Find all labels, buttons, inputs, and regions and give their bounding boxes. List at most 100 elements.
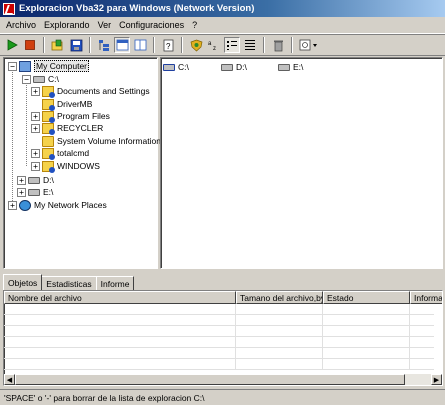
tree-label: Program Files <box>57 111 110 121</box>
tree-label: DriverMB <box>57 99 93 109</box>
column-header[interactable]: Estado <box>323 291 410 304</box>
report-icon[interactable]: ? <box>160 37 176 53</box>
collapse-toggle[interactable]: − <box>22 74 31 84</box>
scroll-thumb[interactable] <box>15 374 405 385</box>
drive-icon <box>28 176 40 184</box>
expand-toggle[interactable]: + <box>17 187 26 197</box>
tree-label: System Volume Information <box>57 136 161 146</box>
tree-item-folder[interactable]: + Documents and Settings <box>31 85 150 98</box>
column-header[interactable]: Informac <box>410 291 442 304</box>
tree-label: D:\ <box>43 175 54 185</box>
toolbar-separator <box>263 37 265 53</box>
app-icon <box>3 2 15 15</box>
expand-toggle[interactable]: + <box>31 123 40 133</box>
tree-item-drive-d[interactable]: + D:\ <box>17 174 54 186</box>
scroll-left-icon[interactable]: ◀ <box>4 374 15 385</box>
title-bar: Exploracion Vba32 para Windows (Network … <box>0 0 445 17</box>
tab-objetos[interactable]: Objetos <box>3 274 43 290</box>
scroll-right-icon[interactable]: ▶ <box>431 374 442 385</box>
details-icon[interactable] <box>242 37 258 53</box>
menu-explorando[interactable]: Explorando <box>40 20 94 30</box>
folder-icon <box>42 147 55 160</box>
table-row <box>4 348 434 359</box>
folder-icon <box>42 160 55 173</box>
expand-toggle[interactable]: + <box>8 200 17 210</box>
expand-toggle[interactable]: + <box>31 148 40 158</box>
tree-label: WINDOWS <box>57 161 100 171</box>
tree-item-folder[interactable]: + Program Files <box>31 110 110 123</box>
table-row <box>4 326 434 337</box>
results-table[interactable]: Nombre del archivo Tamano del archivo,by… <box>3 290 443 386</box>
status-bar: 'SPACE' o '-' para borrar de la lista de… <box>0 389 445 405</box>
tree-label: My Computer <box>34 60 90 72</box>
tree-item-folder[interactable]: + WINDOWS <box>31 160 100 173</box>
tab-informe[interactable]: Informe <box>95 276 135 290</box>
menu-help[interactable]: ? <box>188 20 201 30</box>
save-icon[interactable] <box>68 37 84 53</box>
menu-ver[interactable]: Ver <box>94 20 116 30</box>
expand-toggle[interactable]: + <box>31 111 40 121</box>
tree-guide <box>12 67 13 205</box>
play-icon[interactable] <box>4 37 20 53</box>
column-header[interactable]: Nombre del archivo <box>4 291 236 304</box>
table-row <box>4 359 434 370</box>
tree-item-folder[interactable]: DriverMB <box>42 98 93 111</box>
folder-tree[interactable]: − My Computer − C:\ + Documents and Sett… <box>3 57 161 269</box>
drive-label: C:\ <box>178 62 189 72</box>
drive-item-e[interactable]: E:\ <box>278 62 303 72</box>
drive-item-d[interactable]: D:\ <box>221 62 247 72</box>
folder-icon <box>42 135 54 147</box>
toolbar-separator <box>89 37 91 53</box>
tree-label: E:\ <box>43 187 54 197</box>
collapse-toggle[interactable]: − <box>8 61 17 71</box>
tree-label: C:\ <box>48 74 59 84</box>
drive-icon <box>221 63 233 71</box>
tree-label: Documents and Settings <box>57 86 150 96</box>
folder-icon <box>42 98 55 111</box>
tree-item-network[interactable]: + My Network Places <box>8 199 107 211</box>
table-row <box>4 304 434 315</box>
shield-icon[interactable] <box>188 37 204 53</box>
menu-bar: Archivo Explorando Ver Configuraciones ? <box>0 17 445 34</box>
tree-label: My Network Places <box>34 200 107 210</box>
column-header[interactable]: Tamano del archivo,bytes <box>236 291 323 304</box>
tree-label: RECYCLER <box>57 123 104 133</box>
list-view-icon[interactable] <box>114 37 130 53</box>
window-title: Exploracion Vba32 para Windows (Network … <box>19 3 255 14</box>
drive-list[interactable]: C:\ D:\ E:\ <box>160 57 443 269</box>
table-header: Nombre del archivo Tamano del archivo,by… <box>4 291 442 304</box>
drive-icon <box>28 188 40 196</box>
tree-item-my-computer[interactable]: − My Computer <box>8 60 90 72</box>
list-icon[interactable] <box>224 37 240 53</box>
horizontal-scrollbar[interactable]: ◀ ▶ <box>4 374 442 385</box>
table-row <box>4 337 434 348</box>
expand-toggle[interactable]: + <box>17 175 26 185</box>
tree-guide <box>26 80 27 166</box>
tree-item-drive-c[interactable]: − C:\ <box>22 73 59 85</box>
tab-estadisticas[interactable]: Estadisticas <box>41 276 97 290</box>
tree-view-icon[interactable] <box>96 37 112 53</box>
svg-text:z: z <box>213 46 216 51</box>
options-icon[interactable] <box>298 37 320 53</box>
detail-view-icon[interactable] <box>132 37 148 53</box>
toolbar-separator <box>153 37 155 53</box>
menu-archivo[interactable]: Archivo <box>2 20 40 30</box>
tree-item-folder[interactable]: + RECYCLER <box>31 122 104 135</box>
svg-text:?: ? <box>166 42 171 51</box>
drive-icon <box>163 63 175 71</box>
drive-item-c[interactable]: C:\ <box>163 62 189 72</box>
tree-item-folder[interactable]: System Volume Information <box>42 135 161 147</box>
expand-toggle[interactable]: + <box>31 86 40 96</box>
stop-icon[interactable] <box>22 37 38 53</box>
trash-icon[interactable] <box>270 37 286 53</box>
open-icon[interactable] <box>50 37 66 53</box>
expand-toggle[interactable]: + <box>31 161 40 171</box>
menu-configuraciones[interactable]: Configuraciones <box>115 20 188 30</box>
sort-icon[interactable]: az <box>206 37 222 53</box>
drive-label: D:\ <box>236 62 247 72</box>
tree-item-folder[interactable]: + totalcmd <box>31 147 89 160</box>
tree-item-drive-e[interactable]: + E:\ <box>17 186 53 198</box>
tab-strip: Objetos Estadisticas Informe <box>3 274 135 290</box>
folder-icon <box>42 110 55 123</box>
drive-label: E:\ <box>293 62 304 72</box>
